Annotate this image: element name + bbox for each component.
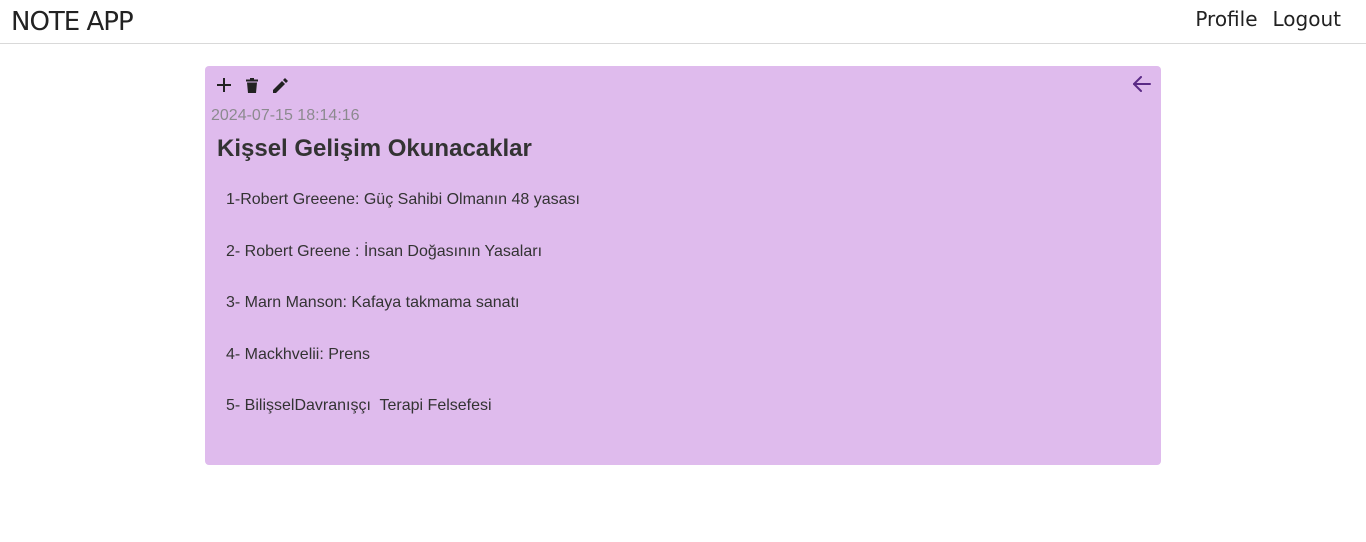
- arrow-left-icon: [1133, 76, 1151, 92]
- navbar: NOTE APP Profile Logout: [0, 0, 1366, 44]
- add-icon: [217, 78, 231, 92]
- edit-icon: [272, 77, 288, 93]
- app-brand[interactable]: NOTE APP: [11, 5, 134, 39]
- back-button[interactable]: [1129, 72, 1155, 96]
- logout-link[interactable]: Logout: [1273, 6, 1341, 32]
- edit-note-button[interactable]: [269, 74, 291, 96]
- note-line: 2- Robert Greene : İnsan Doğasının Yasal…: [226, 242, 543, 260]
- nav-links: Profile Logout: [1195, 6, 1341, 32]
- note-title: Kişsel Gelişim Okunacaklar: [217, 135, 532, 162]
- note-line: 1-Robert Greeene: Güç Sahibi Olmanın 48 …: [226, 191, 580, 208]
- note-line: 3- Marn Manson: Kafaya takmama sanatı: [226, 294, 520, 311]
- note-content: 1-Robert Greeene: Güç Sahibi Olmanın 48 …: [226, 191, 580, 449]
- profile-link[interactable]: Profile: [1195, 6, 1257, 32]
- add-note-button[interactable]: [213, 74, 235, 96]
- delete-icon: [246, 77, 258, 93]
- note-card: 2024-07-15 18:14:16 Kişsel Gelişim Okuna…: [205, 66, 1161, 465]
- note-toolbar: [213, 74, 291, 96]
- note-timestamp: 2024-07-15 18:14:16: [211, 107, 360, 124]
- delete-note-button[interactable]: [241, 74, 263, 96]
- note-line: 4- Mackhvelii: Prens: [226, 345, 371, 363]
- note-line: 5- BilişselDavranışçı Terapi Felsefesi: [226, 397, 492, 414]
